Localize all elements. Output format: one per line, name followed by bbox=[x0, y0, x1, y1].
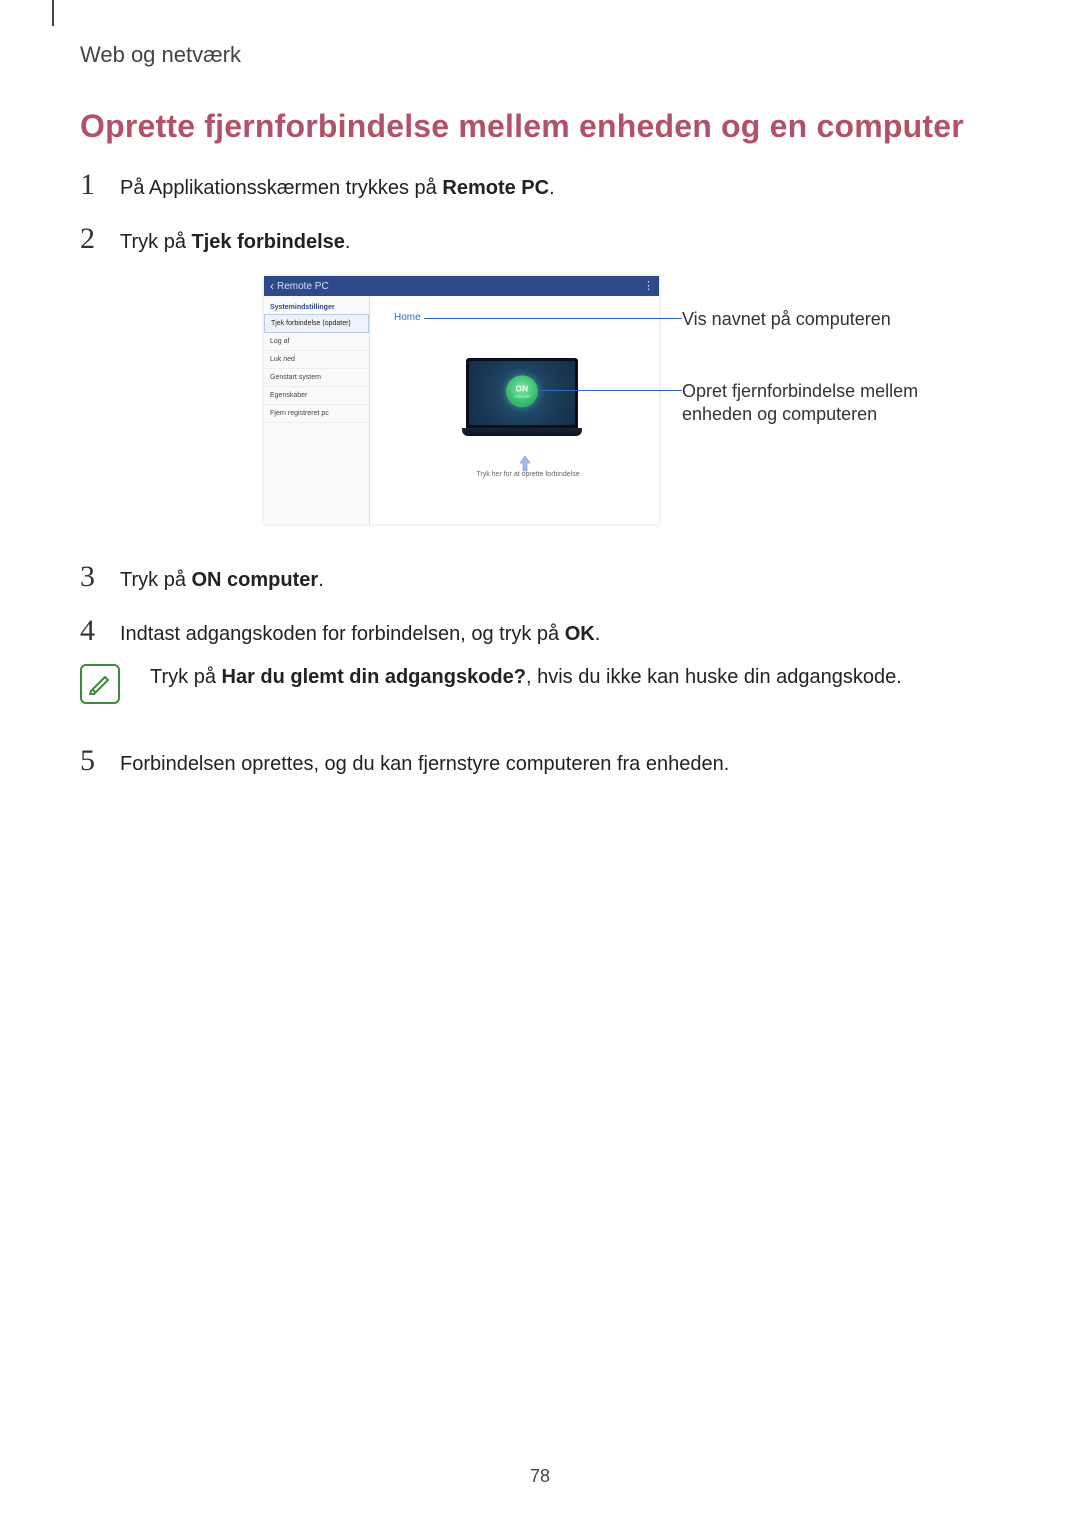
step-number: 3 bbox=[80, 560, 102, 594]
sidebar: Systemindstillinger Tjek forbindelse (op… bbox=[264, 296, 370, 524]
power-on-label: ON bbox=[516, 384, 529, 393]
bold: ON computer bbox=[192, 569, 319, 591]
callout-home-caption: Vis navnet på computeren bbox=[682, 308, 932, 331]
text: Tryk på bbox=[150, 666, 222, 688]
menu-dots-icon[interactable]: ⋮ bbox=[643, 279, 653, 292]
sidebar-item-check-connection[interactable]: Tjek forbindelse (opdater) bbox=[264, 314, 369, 333]
step-2-text: Tryk på Tjek forbindelse. bbox=[120, 231, 350, 254]
bold: Remote PC bbox=[442, 177, 549, 199]
bold: Har du glemt din adgangskode? bbox=[222, 666, 526, 688]
text: . bbox=[549, 177, 555, 199]
sidebar-item-restart[interactable]: Genstart system bbox=[264, 369, 369, 387]
home-label[interactable]: Home bbox=[394, 312, 421, 323]
step-2: 2 Tryk på Tjek forbindelse. bbox=[80, 222, 350, 256]
step-number: 1 bbox=[80, 168, 102, 202]
page-title: Oprette fjernforbindelse mellem enheden … bbox=[80, 108, 964, 145]
laptop-base bbox=[462, 428, 582, 436]
text: Tryk på bbox=[120, 231, 192, 253]
callout-on-caption: Opret fjernforbindelse mellem enheden og… bbox=[682, 380, 932, 425]
step-5-text: Forbindelsen oprettes, og du kan fjernst… bbox=[120, 753, 729, 776]
callout-line-on bbox=[540, 390, 682, 391]
step-number: 2 bbox=[80, 222, 102, 256]
note-box: Tryk på Har du glemt din adgangskode?, h… bbox=[80, 664, 902, 704]
section-label: Web og netværk bbox=[80, 42, 241, 68]
step-3: 3 Tryk på ON computer. bbox=[80, 560, 324, 594]
app-body: Systemindstillinger Tjek forbindelse (op… bbox=[264, 296, 659, 524]
sidebar-item-logoff[interactable]: Log af bbox=[264, 333, 369, 351]
text: På Applikationsskærmen trykkes på bbox=[120, 177, 442, 199]
app-title: Remote PC bbox=[277, 281, 329, 292]
text: . bbox=[318, 569, 324, 591]
connect-hint: Tryk her for at oprette forbindelse bbox=[468, 471, 588, 478]
main-area: Home ON computer Tryk her for at o bbox=[370, 296, 659, 524]
sidebar-item-remove-pc[interactable]: Fjern registreret pc bbox=[264, 405, 369, 423]
power-sub-label: computer bbox=[514, 393, 531, 398]
note-icon bbox=[80, 664, 120, 704]
step-3-text: Tryk på ON computer. bbox=[120, 569, 324, 592]
text: Tryk på bbox=[120, 569, 192, 591]
text: Indtast adgangskoden for forbindelsen, o… bbox=[120, 623, 565, 645]
sidebar-item-properties[interactable]: Egenskaber bbox=[264, 387, 369, 405]
sidebar-item-shutdown[interactable]: Luk ned bbox=[264, 351, 369, 369]
sidebar-heading: Systemindstillinger bbox=[264, 300, 369, 314]
step-4: 4 Indtast adgangskoden for forbindelsen,… bbox=[80, 614, 600, 648]
back-chevron-icon[interactable]: ‹ bbox=[270, 279, 274, 293]
text: . bbox=[595, 623, 601, 645]
bold: Tjek forbindelse bbox=[192, 231, 345, 253]
app-header: ‹ Remote PC ⋮ bbox=[264, 276, 659, 296]
step-number: 5 bbox=[80, 744, 102, 778]
text: , hvis du ikke kan huske din adgangskode… bbox=[526, 666, 902, 688]
laptop-illustration: ON computer bbox=[462, 358, 582, 436]
power-on-button[interactable]: ON computer bbox=[506, 375, 538, 407]
remote-pc-app: ‹ Remote PC ⋮ Systemindstillinger Tjek f… bbox=[264, 276, 659, 524]
laptop-screen-inner: ON computer bbox=[469, 361, 575, 425]
text: . bbox=[345, 231, 351, 253]
step-1-text: På Applikationsskærmen trykkes på Remote… bbox=[120, 177, 555, 200]
step-1: 1 På Applikationsskærmen trykkes på Remo… bbox=[80, 168, 555, 202]
note-text: Tryk på Har du glemt din adgangskode?, h… bbox=[150, 664, 902, 690]
step-5: 5 Forbindelsen oprettes, og du kan fjern… bbox=[80, 744, 729, 778]
bold: OK bbox=[565, 623, 595, 645]
laptop-screen: ON computer bbox=[466, 358, 578, 428]
page-number: 78 bbox=[530, 1466, 550, 1487]
step-4-text: Indtast adgangskoden for forbindelsen, o… bbox=[120, 623, 600, 646]
page-top-rule bbox=[52, 0, 54, 26]
step-number: 4 bbox=[80, 614, 102, 648]
callout-line-home bbox=[424, 318, 682, 319]
